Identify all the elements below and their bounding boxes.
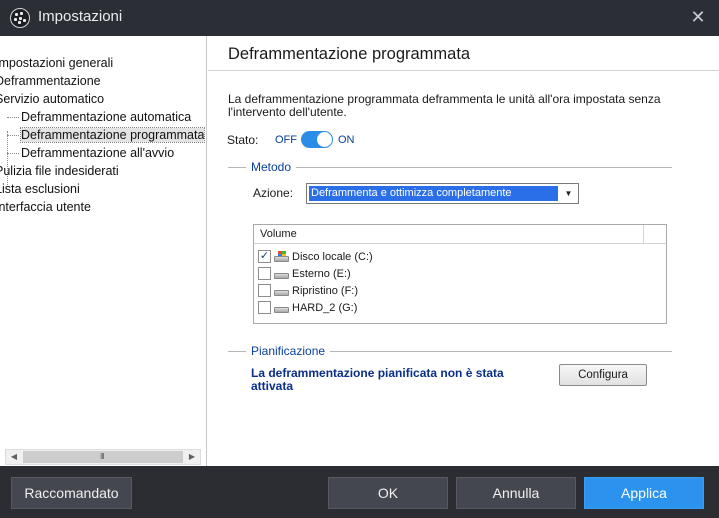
toggle-knob: [317, 132, 332, 147]
volume-list: Volume ✓ Disco locale (C:) Esterno (E:) …: [253, 224, 667, 324]
tree-item-label: Deframmentazione all'avvio: [21, 146, 175, 160]
tree-item-label: Lista esclusioni: [0, 182, 80, 196]
volume-row[interactable]: ✓ Disco locale (C:): [258, 248, 373, 265]
close-icon[interactable]: ✕: [687, 6, 709, 28]
tree-horizontal-scrollbar[interactable]: ◀ III ▶: [5, 449, 201, 465]
tree-item-interfaccia-utente[interactable]: Interfaccia utente: [0, 198, 206, 216]
panel-title: Deframmentazione programmata: [228, 45, 471, 63]
stato-label: Stato:: [227, 133, 259, 147]
volume-checkbox[interactable]: [258, 301, 271, 314]
schedule-warning: La deframmentazione pianificata non è st…: [251, 366, 504, 393]
scroll-left-arrow-icon[interactable]: ◀: [6, 450, 22, 464]
tree-item-deframmentazione-programmata[interactable]: Deframmentazione programmata: [0, 126, 206, 144]
volume-checkbox[interactable]: ✓: [258, 250, 271, 263]
drive-icon: [274, 268, 289, 279]
settings-panel: Deframmentazione programmata La deframme…: [208, 36, 719, 466]
tree-item-label: Deframmentazione automatica: [21, 110, 192, 124]
window-title: Impostazioni: [38, 8, 123, 25]
tree-item-lista-esclusioni[interactable]: Lista esclusioni: [0, 180, 206, 198]
tree-item-label: Interfaccia utente: [0, 200, 91, 214]
volume-label: Esterno (E:): [292, 267, 351, 280]
cancel-button[interactable]: Annulla: [456, 477, 576, 509]
tree-item-impostazioni-generali[interactable]: Impostazioni generali: [0, 54, 206, 72]
volume-list-header: Volume: [254, 225, 666, 244]
volume-checkbox[interactable]: [258, 267, 271, 280]
settings-tree: Impostazioni generali Deframmentazione S…: [0, 36, 207, 466]
azione-label: Azione:: [253, 186, 294, 200]
app-logo-icon: [10, 8, 30, 28]
scroll-grip-icon: III: [100, 452, 105, 461]
scroll-right-arrow-icon[interactable]: ▶: [184, 450, 200, 464]
azione-selected-value: Deframmenta e ottimizza completamente: [309, 186, 558, 201]
panel-divider: [208, 70, 719, 71]
tree-item-pulizia-file-indesiderati[interactable]: Pulizia file indesiderati: [0, 162, 206, 180]
settings-tree-list: Impostazioni generali Deframmentazione S…: [0, 54, 206, 216]
volume-label: HARD_2 (G:): [292, 301, 358, 314]
volume-column-header[interactable]: Volume: [254, 225, 644, 244]
drive-icon: [274, 302, 289, 313]
metodo-group-title: Metodo: [246, 160, 297, 174]
volume-checkbox[interactable]: [258, 284, 271, 297]
recommended-button[interactable]: Raccomandato: [11, 477, 132, 509]
toggle-on-label: ON: [338, 134, 355, 146]
tree-item-label: Impostazioni generali: [0, 56, 114, 70]
azione-dropdown[interactable]: Deframmenta e ottimizza completamente ▼: [306, 183, 579, 204]
volume-row[interactable]: Esterno (E:): [258, 265, 351, 282]
ok-button[interactable]: OK: [328, 477, 448, 509]
tree-item-label: Servizio automatico: [0, 92, 105, 106]
volume-row[interactable]: Ripristino (F:): [258, 282, 358, 299]
pianificazione-group-title: Pianificazione: [246, 344, 331, 358]
apply-button[interactable]: Applica: [584, 477, 704, 509]
volume-label: Ripristino (F:): [292, 284, 359, 297]
tree-item-servizio-automatico[interactable]: Servizio automatico: [0, 90, 206, 108]
panel-description: La deframmentazione programmata deframme…: [228, 92, 661, 119]
configure-button[interactable]: Configura: [559, 364, 647, 386]
tree-item-deframmentazione-automatica[interactable]: Deframmentazione automatica: [0, 108, 206, 126]
window-client-area: Impostazioni generali Deframmentazione S…: [0, 36, 719, 466]
tree-item-label: Deframmentazione: [0, 74, 101, 88]
dropdown-arrow-icon[interactable]: ▼: [561, 186, 576, 201]
volume-label: Disco locale (C:): [292, 250, 373, 263]
stato-toggle[interactable]: [301, 131, 333, 148]
tree-item-deframmentazione[interactable]: Deframmentazione: [0, 72, 206, 90]
system-drive-icon: [274, 251, 289, 262]
title-bar: Impostazioni ✕: [0, 0, 719, 36]
tree-item-deframmentazione-all-avvio[interactable]: Deframmentazione all'avvio: [0, 144, 206, 162]
tree-item-label: Pulizia file indesiderati: [0, 164, 119, 178]
drive-icon: [274, 285, 289, 296]
toggle-off-label: OFF: [275, 134, 297, 146]
footer-bar: Raccomandato OK Annulla Applica: [0, 466, 719, 518]
tree-item-label: Deframmentazione programmata: [19, 127, 206, 143]
volume-row[interactable]: HARD_2 (G:): [258, 299, 357, 316]
